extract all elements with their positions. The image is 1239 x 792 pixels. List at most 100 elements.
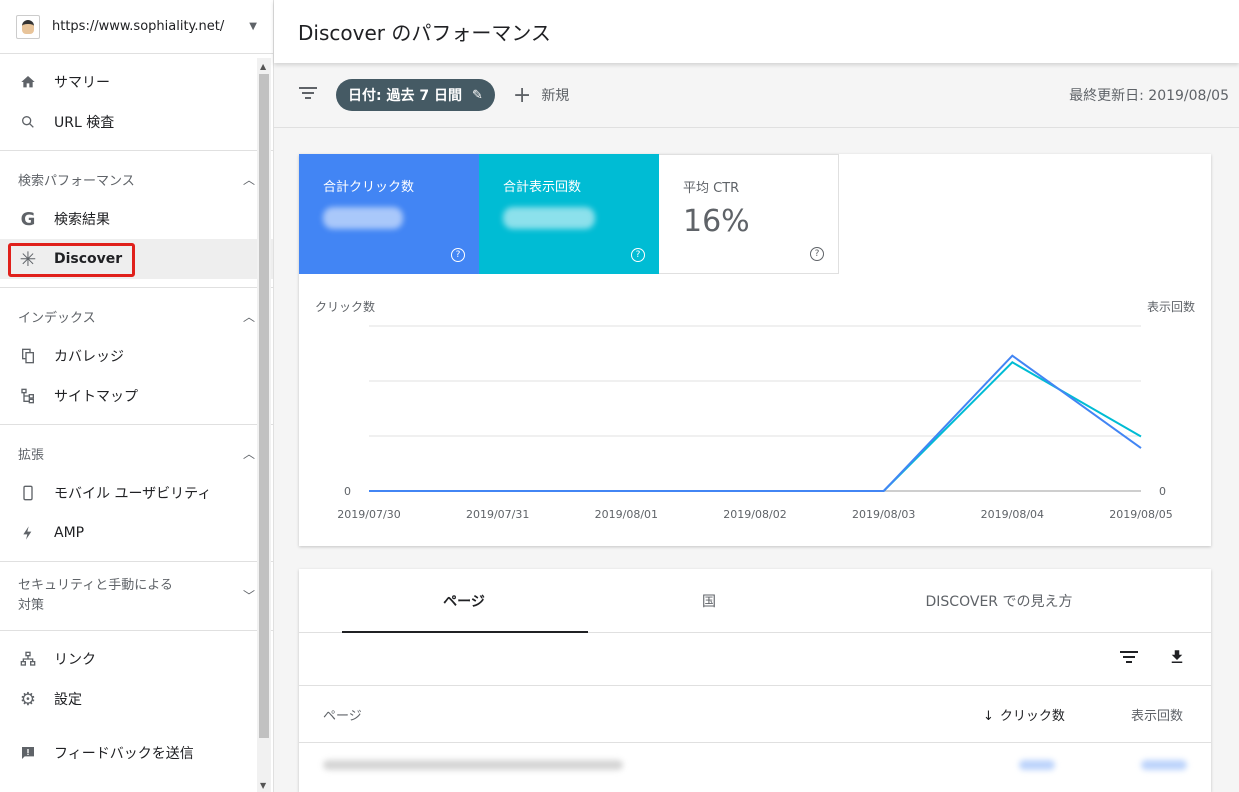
sidebar-item-amp[interactable]: AMP [0,513,273,553]
search-icon [18,112,38,132]
nav-performance: 検索パフォーマンス ︿ G 検索結果 ✳ Discover [0,151,273,288]
chevron-up-icon[interactable]: ︿ [243,308,255,325]
sidebar-item-links[interactable]: リンク [0,639,273,679]
active-tab-indicator [342,631,588,633]
sidebar-item-label: URL 検査 [54,115,115,131]
table-row[interactable] [299,743,1211,787]
tab-discover-appearance[interactable]: DISCOVER での見え方 [789,569,1209,632]
chevron-up-icon[interactable]: ︿ [243,171,255,188]
section-header-performance[interactable]: 検索パフォーマンス ︿ [0,159,273,199]
table-card: ページ 国 DISCOVER での見え方 ページ ↓ クリック数 表示回数 [299,569,1211,792]
sidebar-item-mobile-usability[interactable]: モバイル ユーザビリティ [0,473,273,513]
help-icon[interactable]: ? [631,248,645,262]
filter-icon[interactable] [298,85,322,106]
highlight-box [8,243,135,277]
x-tick-label: 2019/08/05 [1109,508,1172,521]
sidebar-item-label: サイトマップ [54,389,138,405]
sidebar-item-label: カバレッジ [54,349,124,365]
table-header: ページ ↓ クリック数 表示回数 [299,686,1211,743]
avatar [16,14,40,39]
sidebar-item-summary[interactable]: サマリー [0,62,273,102]
metric-label: 合計クリック数 [323,180,415,195]
sidebar-item-search-results[interactable]: G 検索結果 [0,199,273,239]
x-tick-label: 2019/08/04 [981,508,1044,521]
y-axis-right-label: 表示回数 [1147,299,1195,314]
sidebar-item-sitemaps[interactable]: サイトマップ [0,376,273,416]
section-header-security[interactable]: セキュリティと手動による 対策 ﹀ [0,570,273,622]
blurred-clicks [1019,760,1055,770]
sidebar-item-label: サマリー [54,75,110,91]
section-header-enhancements[interactable]: 拡張 ︿ [0,433,273,473]
scroll-up-arrow-icon[interactable]: ▲ [260,62,266,71]
blurred-impressions [1141,760,1187,770]
sidebar-item-coverage[interactable]: カバレッジ [0,336,273,376]
new-filter-button[interactable]: + 新規 [513,83,569,108]
tab-countries[interactable]: 国 [629,569,789,632]
x-axis-ticks: 2019/07/30 2019/07/31 2019/08/01 2019/08/02… [337,508,1172,521]
property-selector[interactable]: https://www.sophiality.net/ ▼ [0,0,273,54]
date-filter-label: 日付: 過去 7 日間 [348,88,462,104]
sidebar-item-settings[interactable]: ⚙ 設定 [0,679,273,719]
column-header-clicks[interactable]: ↓ クリック数 [983,705,1103,724]
metric-value-blurred [503,207,595,229]
table-toolbar [299,633,1211,686]
chart-series [369,354,1142,492]
date-filter-chip[interactable]: 日付: 過去 7 日間 ✎ [336,79,495,111]
column-header-impressions[interactable]: 表示回数 [1103,705,1183,724]
search-console-app: https://www.sophiality.net/ ▼ サマリー URL 検… [0,0,1239,792]
sidebar: https://www.sophiality.net/ ▼ サマリー URL 検… [0,0,274,792]
file-copy-icon [18,346,38,366]
x-tick-label: 2019/08/02 [723,508,786,521]
column-header-page[interactable]: ページ [323,705,983,724]
chevron-up-icon[interactable]: ︿ [243,445,255,462]
tab-pages[interactable]: ページ [299,569,629,632]
nav-bottom: リンク ⚙ 設定 フィードバックを送信 [0,631,273,781]
section-title: セキュリティと手動による 対策 [18,576,173,616]
nav-security: セキュリティと手動による 対策 ﹀ [0,562,273,631]
bolt-icon [18,523,38,543]
sidebar-item-discover[interactable]: ✳ Discover [0,239,273,279]
metric-value: 16% [683,204,750,239]
table-tabs: ページ 国 DISCOVER での見え方 [299,569,1211,633]
sidebar-item-label: モバイル ユーザビリティ [54,486,212,502]
nav-enhancements: 拡張 ︿ モバイル ユーザビリティ AMP [0,425,273,562]
column-header-clicks-label: クリック数 [999,708,1065,724]
metric-label: 平均 CTR [683,181,740,196]
gear-icon: ⚙ [19,688,37,710]
last-updated: 最終更新日: 2019/08/05 [1069,88,1229,104]
performance-card: 合計クリック数 ? 合計表示回数 ? 平均 CTR 16% ? クリック数 表示… [299,154,1211,546]
chart-gridlines [369,325,1141,492]
nav-index: インデックス ︿ カバレッジ サイトマップ [0,288,273,425]
scroll-down-arrow-icon[interactable]: ▼ [260,781,266,790]
sidebar-item-label: リンク [54,652,96,668]
google-g-icon: G [20,208,36,230]
filter-rows-icon[interactable] [1117,649,1141,670]
sidebar-item-label: フィードバックを送信 [54,746,194,762]
sidebar-item-label: AMP [54,525,85,541]
section-title: 拡張 [18,447,45,463]
metric-total-impressions[interactable]: 合計表示回数 ? [479,154,659,274]
metric-total-clicks[interactable]: 合計クリック数 ? [299,154,479,274]
x-tick-label: 2019/07/31 [466,508,529,521]
plus-icon: + [512,82,532,108]
series-line [369,354,1142,492]
section-header-index[interactable]: インデックス ︿ [0,296,273,336]
download-icon[interactable] [1165,648,1189,671]
sidebar-scrollbar[interactable]: ▲ ▼ [257,58,271,792]
chevron-down-icon[interactable]: ﹀ [243,586,255,606]
scrollbar-thumb[interactable] [259,74,269,738]
chevron-down-icon[interactable]: ▼ [249,21,257,32]
sidebar-item-label: 検索結果 [54,212,110,228]
help-icon[interactable]: ? [810,247,824,261]
sidebar-item-url-inspection[interactable]: URL 検査 [0,102,273,142]
property-url: https://www.sophiality.net/ [52,19,225,34]
sort-arrow-down-icon: ↓ [983,708,994,724]
metric-average-ctr[interactable]: 平均 CTR 16% ? [659,154,839,274]
x-tick-label: 2019/08/01 [595,508,658,521]
sitemap-icon [18,386,38,406]
links-icon [18,649,38,669]
feedback-icon [18,743,38,763]
smartphone-icon [18,483,38,503]
help-icon[interactable]: ? [451,248,465,262]
sidebar-item-feedback[interactable]: フィードバックを送信 [0,733,273,773]
